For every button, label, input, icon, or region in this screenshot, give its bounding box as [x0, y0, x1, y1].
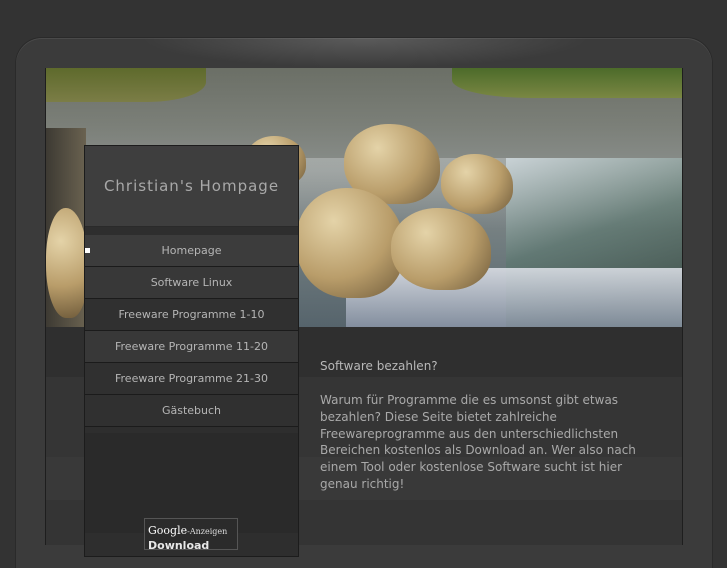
rock — [296, 188, 404, 298]
nav-item-homepage[interactable]: Homepage — [85, 235, 298, 267]
ads-suffix: -Anzeigen — [187, 527, 228, 536]
google-ad-box[interactable]: Google-Anzeigen Download — [144, 518, 238, 552]
main-nav: Homepage Software Linux Freeware Program… — [85, 235, 298, 427]
nav-item-label: Freeware Programme 11-20 — [115, 340, 268, 353]
nav-item-label: Software Linux — [150, 276, 233, 289]
nav-item-freeware-21-30[interactable]: Freeware Programme 21-30 — [85, 363, 298, 395]
content-heading: Software bezahlen? — [320, 359, 438, 373]
ad-download-link[interactable]: Download — [148, 539, 209, 552]
nav-item-label: Gästebuch — [161, 404, 222, 417]
nav-item-freeware-11-20[interactable]: Freeware Programme 11-20 — [85, 331, 298, 363]
nav-item-software-linux[interactable]: Software Linux — [85, 267, 298, 299]
nav-item-label: Freeware Programme 21-30 — [115, 372, 268, 385]
rock — [391, 208, 491, 290]
rock — [441, 154, 513, 214]
nav-item-freeware-1-10[interactable]: Freeware Programme 1-10 — [85, 299, 298, 331]
nav-item-label: Freeware Programme 1-10 — [118, 308, 265, 321]
grass-right — [452, 68, 682, 98]
content-paragraph: Warum für Programme die es umsonst gibt … — [320, 393, 636, 491]
site-title-box: Christian's Hompage — [85, 146, 298, 227]
grass-left — [46, 68, 206, 102]
sidebar: Christian's Hompage Homepage Software Li… — [84, 145, 299, 557]
google-brand: Google — [148, 524, 188, 537]
nav-item-label: Homepage — [161, 244, 222, 257]
active-bullet-icon — [85, 248, 90, 253]
top-glow — [140, 38, 590, 68]
nav-item-gaestebuch[interactable]: Gästebuch — [85, 395, 298, 427]
google-ads-logo: Google-Anzeigen — [145, 524, 230, 537]
site-title: Christian's Hompage — [103, 177, 280, 195]
rock — [46, 208, 88, 318]
